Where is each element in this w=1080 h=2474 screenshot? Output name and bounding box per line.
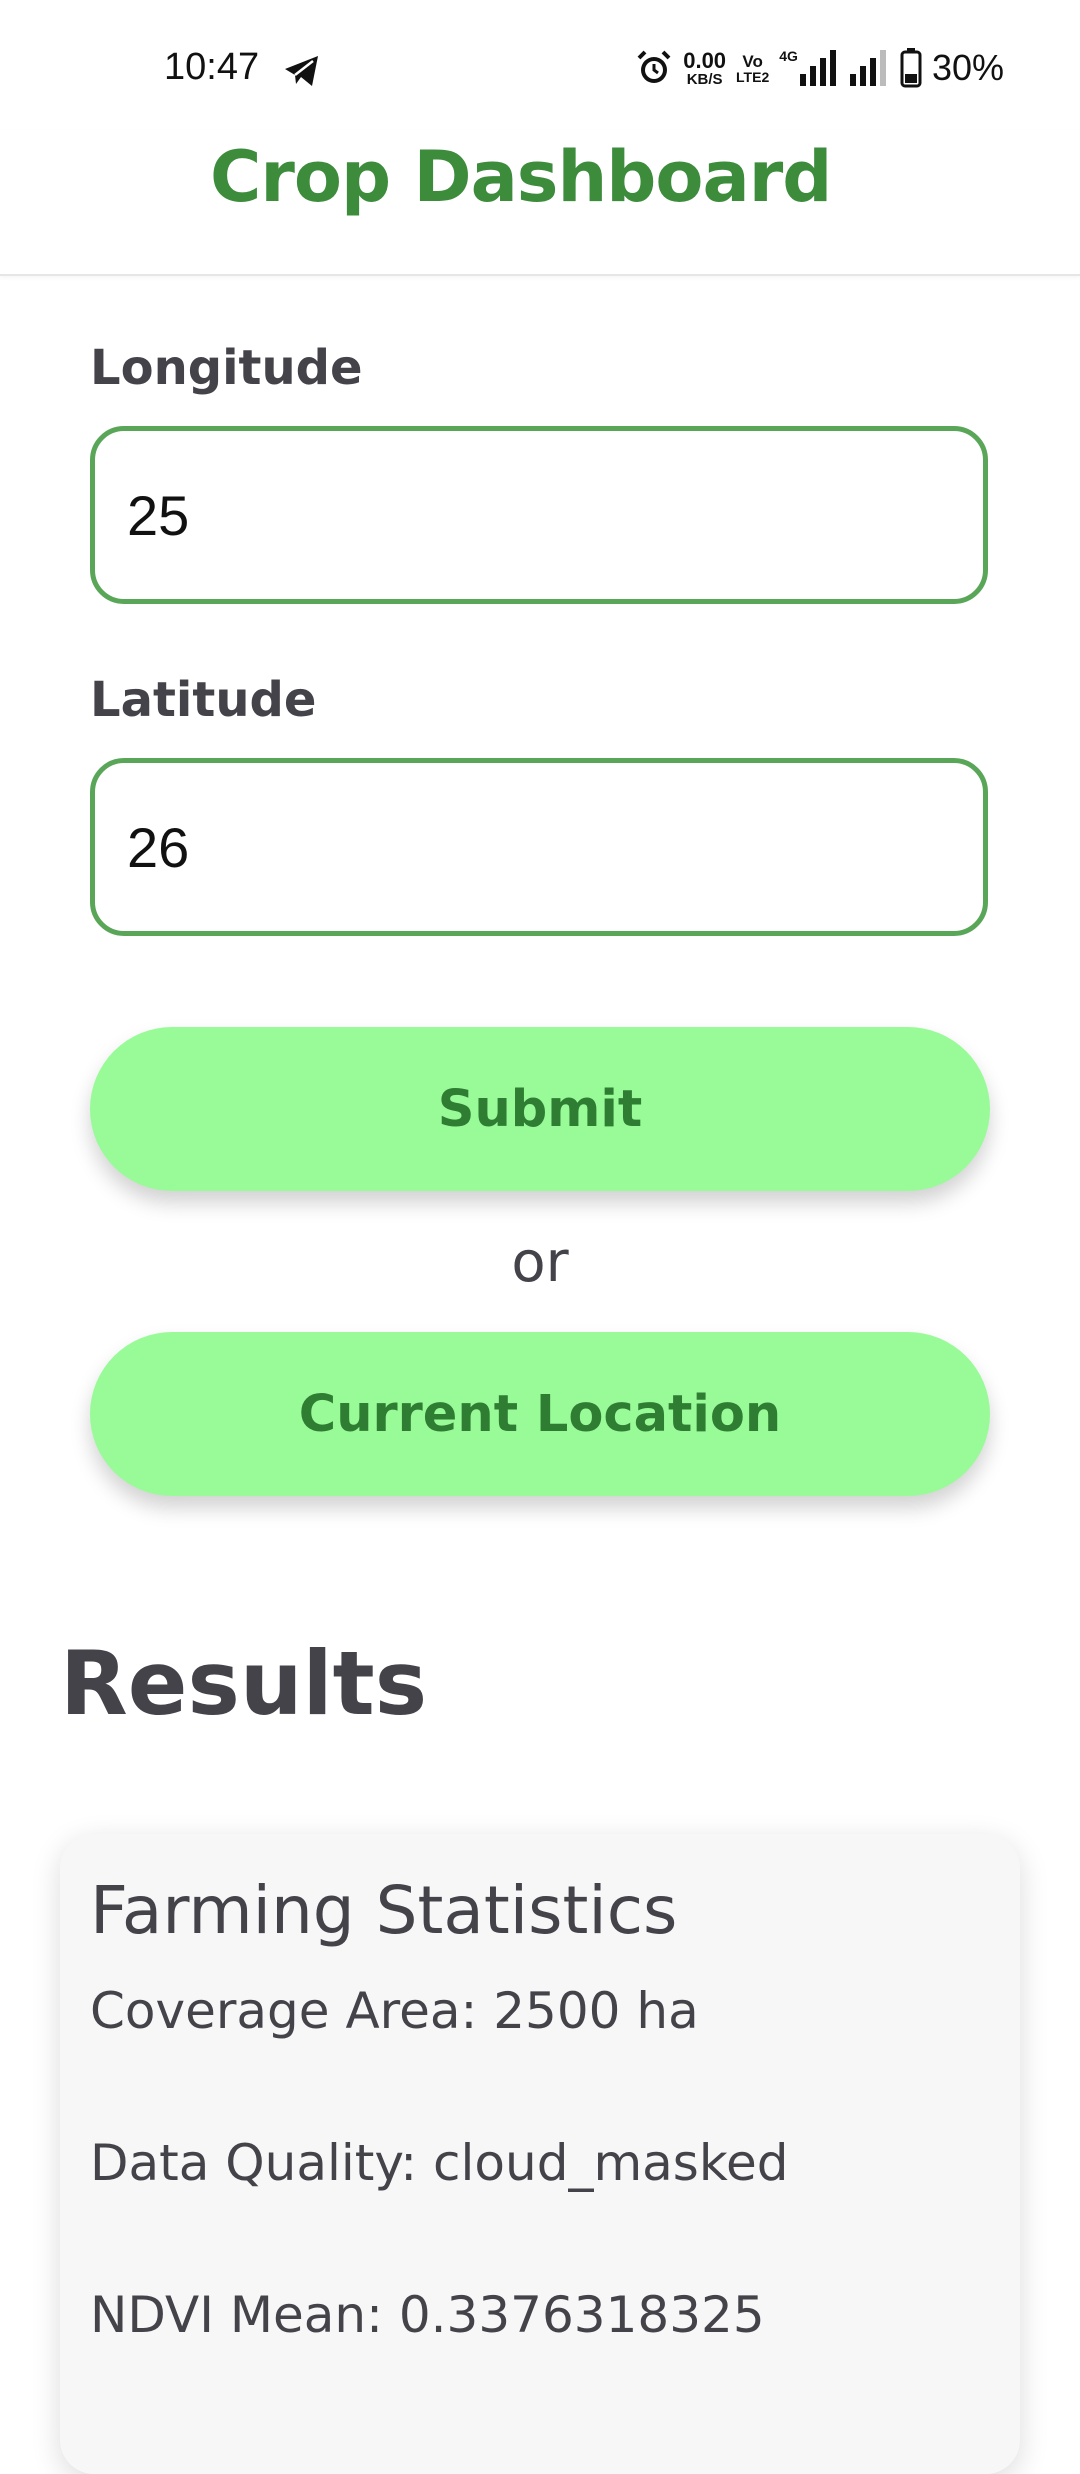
results-heading: Results — [60, 1632, 428, 1735]
telegram-icon — [285, 56, 318, 86]
longitude-label: Longitude — [90, 340, 363, 396]
volte-bottom-text: LTE2 — [736, 68, 770, 85]
latitude-label: Latitude — [90, 672, 317, 728]
battery-icon — [900, 48, 922, 88]
network-speed-value: 0.00 — [683, 47, 727, 73]
card-title: Farming Statistics — [90, 1872, 678, 1949]
stat-data-quality: Data Quality: cloud_masked — [90, 2134, 789, 2192]
page-title: Crop Dashboard — [210, 136, 832, 218]
signal-icon — [799, 50, 836, 86]
alarm-icon — [637, 50, 671, 83]
stat-ndvi-mean: NDVI Mean: 0.3376318325 — [90, 2286, 765, 2344]
network-speed: 0.00 KB/S — [683, 47, 727, 88]
volte-top-text: Vo — [742, 51, 763, 71]
or-separator: or — [511, 1230, 569, 1295]
volte-indicator: Vo LTE2 — [736, 53, 769, 84]
current-location-button[interactable]: Current Location — [90, 1332, 990, 1496]
network-speed-unit: KB/S — [686, 70, 723, 88]
farming-statistics-card: Farming Statistics Coverage Area: 2500 h… — [60, 1834, 1020, 2474]
status-time: 10:47 — [164, 46, 260, 88]
network-type: 4G — [779, 48, 798, 64]
submit-button[interactable]: Submit — [90, 1027, 990, 1191]
stat-coverage-area: Coverage Area: 2500 ha — [90, 1982, 699, 2040]
status-bar: 10:47 0.00 KB/S Vo LTE2 4G 30% — [0, 0, 1080, 130]
longitude-input[interactable] — [90, 426, 988, 604]
latitude-input[interactable] — [90, 758, 988, 936]
signal-icon — [849, 50, 886, 86]
battery-percent: 30% — [931, 47, 1004, 88]
app-header: Crop Dashboard — [0, 130, 1080, 276]
status-icons: 0.00 KB/S Vo LTE2 4G 30% — [635, 44, 1004, 92]
